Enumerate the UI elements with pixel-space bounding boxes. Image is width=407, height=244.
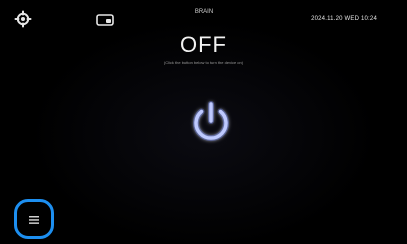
status-hint: (Click the button below to turn the devi… [163, 60, 244, 65]
display-icon[interactable] [96, 14, 114, 26]
top-bar: BRAIN 2024.11.20 WED 10:24 [0, 0, 407, 36]
power-icon [193, 101, 229, 142]
date-time: 2024.11.20 WED 10:24 [311, 16, 377, 22]
top-title: BRAIN [194, 9, 214, 15]
device-screen: BRAIN 2024.11.20 WED 10:24 OFF (Click th… [0, 0, 407, 244]
power-status: OFF [180, 32, 227, 57]
power-button[interactable] [183, 94, 239, 150]
list-icon [28, 214, 40, 226]
settings-icon[interactable] [14, 10, 32, 28]
menu-button[interactable] [14, 199, 54, 239]
